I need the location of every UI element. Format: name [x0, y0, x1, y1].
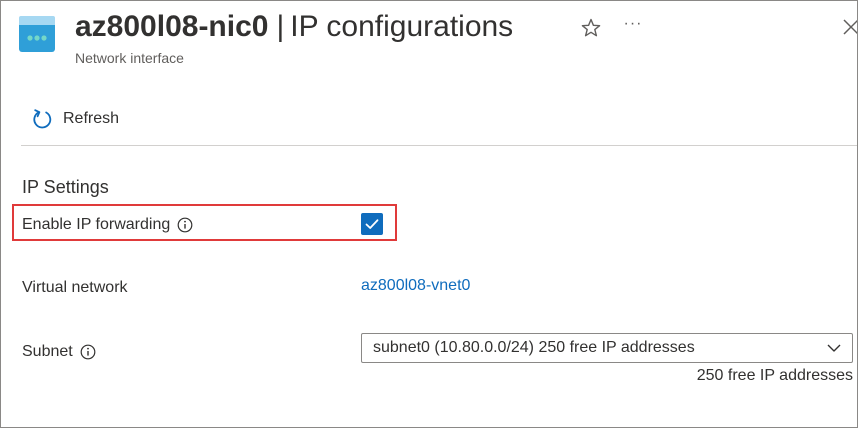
- blade-title: IP configurations: [290, 10, 514, 43]
- refresh-icon: [33, 109, 52, 129]
- network-interface-icon: [19, 16, 55, 52]
- subnet-selected-value: subnet0 (10.80.0.0/24) 250 free IP addre…: [373, 339, 695, 356]
- more-options-button[interactable]: ···: [620, 14, 646, 34]
- refresh-label: Refresh: [63, 110, 120, 127]
- virtual-network-link[interactable]: az800l08-vnet0: [361, 276, 470, 296]
- ip-configurations-blade: az800l08-nic0 | IP configurations Network …: [0, 0, 858, 428]
- page-title: az800l08-nic0 | IP configurations: [75, 7, 513, 47]
- chevron-down-icon: [827, 344, 841, 352]
- info-icon[interactable]: [177, 217, 193, 233]
- refresh-button[interactable]: Refresh: [31, 107, 119, 131]
- ip-forwarding-checkbox[interactable]: [361, 213, 383, 235]
- ip-forwarding-label: Enable IP forwarding: [22, 215, 193, 235]
- subnet-dropdown[interactable]: subnet0 (10.80.0.0/24) 250 free IP addre…: [361, 333, 853, 363]
- info-icon[interactable]: [80, 344, 96, 360]
- subnet-free-ips-hint: 250 free IP addresses: [696, 367, 853, 384]
- close-icon[interactable]: [841, 17, 858, 37]
- ip-forwarding-label-text: Enable IP forwarding: [22, 216, 171, 233]
- subnet-label: Subnet: [22, 342, 96, 362]
- toolbar-divider: [21, 145, 857, 146]
- subnet-label-text: Subnet: [22, 343, 73, 360]
- checkmark-icon: [365, 219, 379, 229]
- favorite-star-icon[interactable]: [580, 17, 602, 39]
- ip-settings-heading: IP Settings: [22, 177, 109, 197]
- title-separator: |: [276, 10, 285, 43]
- resource-name: az800l08-nic0: [75, 10, 269, 43]
- resource-type: Network interface: [75, 50, 184, 66]
- virtual-network-label: Virtual network: [22, 279, 128, 296]
